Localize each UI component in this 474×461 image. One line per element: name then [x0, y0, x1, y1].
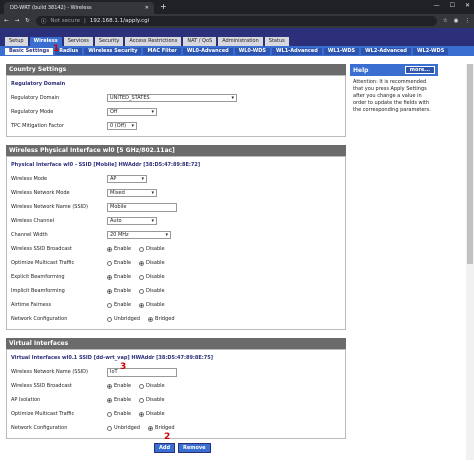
close-window-icon[interactable]: ✕ — [465, 2, 470, 9]
subsection-title: Physical Interface wl0 - SSID [Mobile] H… — [11, 162, 201, 168]
add-button[interactable]: Add — [154, 443, 176, 453]
chevron-down-icon: ▾ — [151, 218, 154, 224]
main-content: Country Settings Regulatory Domain Regul… — [6, 64, 346, 461]
vap-ssid-input[interactable]: IoT — [107, 367, 177, 377]
subtab-wireless-security[interactable]: Wireless Security — [84, 47, 142, 55]
vap-broadcast-enable-radio[interactable] — [107, 383, 112, 389]
subtab-wl1-wds[interactable]: WL1-WDS — [323, 47, 360, 55]
tpc-mitigation-select[interactable]: 0 (Off) ▾ — [107, 122, 137, 130]
browser-tab[interactable]: DD-WRT (build 38142) - Wireless ✕ — [4, 2, 154, 14]
more-button[interactable]: more... — [404, 66, 435, 74]
channel-select[interactable]: Auto ▾ — [107, 217, 157, 225]
chevron-down-icon: ▾ — [141, 176, 144, 182]
chevron-down-icon: ▾ — [131, 123, 134, 129]
tab-services[interactable]: Services — [63, 37, 93, 46]
url-text: 192.168.1.1/apply.cgi — [89, 18, 150, 24]
remove-button[interactable]: Remove — [178, 443, 211, 453]
tab-administration[interactable]: Administration — [218, 37, 263, 46]
af-enable-radio[interactable] — [107, 302, 112, 308]
broadcast-disable-radio[interactable] — [139, 246, 145, 252]
subtab-wl1-advanced[interactable]: WL1-Advanced — [272, 47, 322, 55]
broadcast-enable-radio[interactable] — [107, 246, 112, 252]
network-mode-select[interactable]: Mixed ▾ — [107, 189, 157, 197]
vap-broadcast-disable-radio[interactable] — [139, 383, 145, 389]
minimize-icon[interactable]: — — [434, 2, 440, 9]
annotation-marker: 3 — [120, 362, 127, 372]
tab-security[interactable]: Security — [94, 37, 124, 46]
subtab-wl2-wds[interactable]: WL2-WDS — [413, 47, 449, 55]
section-title: Country Settings — [6, 64, 346, 75]
close-tab-icon[interactable]: ✕ — [145, 5, 149, 11]
address-bar: ← → ↻ ⓘ Not secure | 192.168.1.1/apply.c… — [0, 14, 474, 28]
forward-icon[interactable]: → — [15, 18, 20, 24]
window-controls: — ☐ ✕ — [434, 2, 470, 9]
subtab-wl0-wds[interactable]: WL0-WDS — [234, 47, 270, 55]
ebf-enable-radio[interactable] — [107, 274, 112, 280]
section-title: Wireless Physical Interface wl0 [5 GHz/8… — [6, 145, 346, 156]
ibf-disable-radio[interactable] — [139, 288, 145, 294]
subtab-basic-settings[interactable]: Basic Settings — [5, 47, 54, 55]
vap-omt-enable-radio[interactable] — [107, 411, 112, 417]
virtual-interfaces-section: Virtual Interfaces Virtual Interfaces wl… — [6, 338, 346, 453]
ebf-disable-radio[interactable] — [139, 274, 145, 280]
ap-isolation-enable-radio[interactable] — [107, 397, 112, 403]
annotation-marker: 1 — [53, 44, 60, 54]
section-title: Virtual Interfaces — [6, 338, 346, 349]
maximize-icon[interactable]: ☐ — [450, 2, 455, 9]
back-icon[interactable]: ← — [4, 18, 9, 24]
main-nav: Setup Wireless Services Security Access … — [0, 36, 474, 46]
unbridged-radio[interactable] — [107, 316, 112, 322]
help-panel: Help more... Attention: It is recommended… — [350, 64, 438, 117]
wl0-section: Wireless Physical Interface wl0 [5 GHz/8… — [6, 145, 346, 330]
chevron-down-icon: ▾ — [165, 232, 168, 238]
browser-tab-strip: DD-WRT (build 38142) - Wireless ✕ + — ☐ … — [0, 0, 474, 14]
menu-icon[interactable]: ⋮ — [465, 18, 471, 24]
ssid-input[interactable]: Mobile — [107, 202, 177, 212]
chevron-down-icon: ▾ — [151, 190, 154, 196]
tab-status[interactable]: Status — [264, 37, 289, 46]
scrollbar-thumb[interactable] — [467, 64, 473, 264]
reload-icon[interactable]: ↻ — [25, 18, 30, 24]
subtab-wl2-advanced[interactable]: WL2-Advanced — [361, 47, 411, 55]
regulatory-domain-select[interactable]: UNITED_STATES ▾ — [107, 94, 237, 102]
annotation-marker: 2 — [164, 432, 171, 442]
omt-disable-radio[interactable] — [139, 260, 145, 266]
tab-setup[interactable]: Setup — [5, 37, 28, 46]
url-field[interactable]: ⓘ Not secure | 192.168.1.1/apply.cgi — [35, 16, 437, 26]
tab-nat-qos[interactable]: NAT / QoS — [183, 37, 217, 46]
ap-isolation-disable-radio[interactable] — [139, 397, 145, 403]
regulatory-mode-select[interactable]: Off ▾ — [107, 108, 157, 116]
chevron-down-icon: ▾ — [151, 109, 154, 115]
tab-access-restrictions[interactable]: Access Restrictions — [125, 37, 182, 46]
af-disable-radio[interactable] — [139, 302, 145, 308]
vap-omt-disable-radio[interactable] — [139, 411, 145, 417]
country-settings-section: Country Settings Regulatory Domain Regul… — [6, 64, 346, 137]
bridged-radio[interactable] — [148, 316, 154, 322]
vap-bridged-radio[interactable] — [148, 425, 154, 431]
vap-unbridged-radio[interactable] — [107, 425, 112, 431]
ibf-enable-radio[interactable] — [107, 288, 112, 294]
star-icon[interactable]: ☆ — [443, 18, 448, 24]
info-icon[interactable]: ⓘ — [41, 17, 47, 25]
help-title: Help — [353, 66, 369, 74]
account-icon[interactable]: ◉ — [454, 18, 459, 24]
chevron-down-icon: ▾ — [231, 95, 234, 101]
scrollbar[interactable] — [466, 64, 474, 460]
channel-width-select[interactable]: 20 MHz ▾ — [107, 231, 171, 239]
wireless-mode-select[interactable]: AP ▾ — [107, 175, 147, 183]
not-secure-label: Not secure — [50, 18, 81, 24]
sub-nav: Basic Settings Radius Wireless Security … — [0, 46, 474, 56]
help-text: Attention: It is recommended that you pr… — [353, 79, 431, 113]
subsection-title: Virtual Interfaces wl0.1 SSID [dd-wrt_va… — [11, 355, 214, 361]
subtab-mac-filter[interactable]: MAC Filter — [143, 47, 181, 55]
omt-enable-radio[interactable] — [107, 260, 112, 266]
tab-title: DD-WRT (build 38142) - Wireless — [10, 5, 92, 11]
subsection-title: Regulatory Domain — [11, 81, 66, 87]
subtab-wl0-advanced[interactable]: WL0-Advanced — [182, 47, 233, 55]
new-tab-icon[interactable]: + — [160, 2, 167, 11]
